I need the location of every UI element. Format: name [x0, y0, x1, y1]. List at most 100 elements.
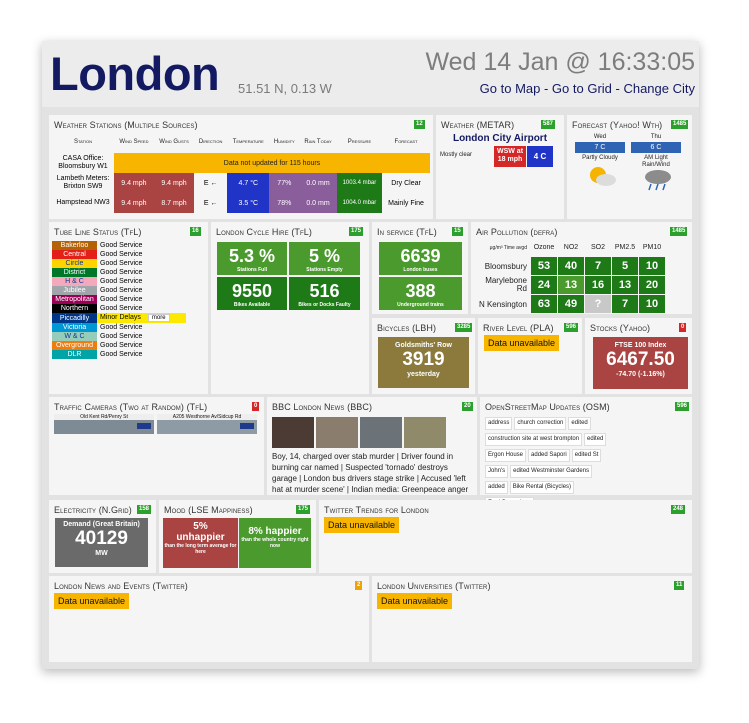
go-to-grid-link[interactable]: Go to Grid — [552, 81, 612, 96]
table-header-row: μg/m³ Time avgd Ozone NO2 SO2 PM2.5 PM10 — [474, 238, 666, 257]
news-headlines[interactable]: Boy, 14, charged over stab murder | Driv… — [272, 451, 472, 495]
update-badge: 596 — [564, 323, 579, 332]
more-button[interactable]: more — [147, 314, 170, 322]
unhappier-tile: 5% unhappier than the long term average … — [163, 518, 238, 568]
osm-update-tag[interactable]: church correction — [514, 417, 567, 430]
forecast-temp: 7 C — [575, 142, 625, 153]
tube-line-status: Good Service — [97, 304, 186, 313]
rain-today: 0.0 mm — [299, 173, 337, 193]
tube-line-status: Good Service — [97, 332, 186, 341]
forecast-text: Partly Cloudy — [582, 155, 618, 161]
tube-line-name: Circle — [52, 259, 97, 268]
temperature: 4.7 °C — [227, 173, 270, 193]
station-name: Lambeth Meters: Brixton SW9 — [56, 175, 110, 190]
wind-tile: WSW at 18 mph — [494, 146, 526, 167]
wind-speed: 9.4 mph — [114, 173, 154, 193]
tube-line-status: Good Service — [97, 286, 186, 295]
column-header: Wind Speed — [119, 139, 149, 145]
osm-tag-list: address church correction editedconstructi… — [484, 415, 614, 511]
tube-line-row: Bakerloo Good Service — [52, 241, 186, 250]
tube-line-row: DLR Good Service — [52, 350, 186, 359]
osm-update-tag[interactable]: Bike Rental (Bicycles) — [509, 481, 575, 494]
osm-update-tag[interactable]: address — [485, 417, 513, 430]
status-text: Good Service — [100, 305, 143, 312]
panel-title: Bicycles (LBH) — [377, 323, 437, 333]
column-header: Wind Gusts — [159, 139, 189, 145]
update-badge: 158 — [137, 505, 152, 514]
tube-line-name: District — [52, 268, 97, 277]
go-to-map-link[interactable]: Go to Map — [480, 81, 541, 96]
data-unavailable-label: Data unavailable — [324, 517, 400, 533]
forecast-text: Dry Clear — [391, 179, 421, 187]
tube-line-row: Victoria Good Service — [52, 323, 186, 332]
column-header: NO2 — [557, 238, 585, 257]
table-row: Bloomsbury 53 40 7 5 10 — [474, 256, 666, 276]
status-text: Good Service — [100, 324, 143, 331]
forecast-panel: Forecast (Yahoo! Wth) 1485 Wed 7 C Partl… — [567, 115, 692, 219]
tile-label: Underground trains — [397, 302, 444, 308]
station-name: Hampstead NW3 — [56, 199, 110, 206]
news-thumbnail[interactable] — [360, 417, 402, 448]
osm-update-tag[interactable]: Ergon House — [485, 449, 527, 462]
wind-gusts: 9.4 mph — [153, 173, 195, 193]
electricity-panel: Electricity (N.Grid) 158 Demand (Great B… — [49, 500, 156, 573]
pollutant-value: 53 — [530, 256, 558, 276]
city-title: London — [50, 47, 220, 100]
status-text: Good Service — [100, 242, 143, 249]
header: London 51.51 N, 0.13 W Wed 14 Jan @ 16:3… — [42, 41, 699, 107]
bicycle-count-tile: Goldsmiths' Row 3919 yesterday — [378, 337, 469, 388]
osm-update-tag[interactable]: edited Westminster Gardens — [510, 465, 593, 478]
tube-line-name: H & C — [52, 277, 97, 286]
news-thumbnail[interactable] — [404, 417, 446, 448]
status-text: Good Service — [100, 269, 143, 276]
pollutant-value: 13 — [611, 275, 639, 295]
tube-line-name: Victoria — [52, 323, 97, 332]
data-unavailable-label: Data unavailable — [377, 593, 453, 609]
trains-tile: 388 Underground trains — [379, 277, 462, 310]
dashboard-frame: London 51.51 N, 0.13 W Wed 14 Jan @ 16:3… — [42, 41, 699, 669]
panel-title: Electricity (N.Grid) — [54, 505, 132, 515]
traffic-camera-image[interactable]: A205 Westhorne Av/Sidcup Rd — [157, 414, 257, 434]
universities-panel: London Universities (Twitter) 11 Data un… — [372, 576, 692, 662]
news-thumbnail[interactable] — [316, 417, 358, 448]
tile-label: than the long term average for here — [164, 543, 237, 555]
update-badge: 0 — [679, 323, 687, 332]
osm-updates-panel: OpenStreetMap Updates (OSM) 596 address c… — [480, 397, 692, 510]
status-text: Good Service — [100, 342, 143, 349]
bicycles-panel: Bicycles (LBH) 3285 Goldsmiths' Row 3919… — [372, 318, 475, 394]
osm-update-tag[interactable]: edited — [584, 433, 607, 446]
mood-panel: Mood (LSE Mappiness) 175 5% unhappier th… — [159, 500, 316, 573]
panel-title: River Level (PLA) — [483, 323, 554, 333]
tile-value: 6639 — [400, 246, 441, 266]
tile-label: London buses — [403, 267, 438, 273]
stations-full-tile: 5.3 % Stations Full — [217, 242, 287, 275]
traffic-camera-image[interactable]: Old Kent Rd/Penry St — [54, 414, 154, 434]
update-badge: 596 — [675, 402, 690, 411]
tube-status-panel: Tube Line Status (TfL) 16 Bakerloo Good S… — [49, 222, 208, 394]
tile-label: than the whole country right now — [241, 537, 309, 549]
demand-tile: Demand (Great Britain) 40129 MW — [55, 518, 148, 567]
pressure: 1004.0 mbar — [336, 193, 383, 213]
update-badge: 16 — [190, 227, 201, 236]
update-badge: 1485 — [670, 227, 688, 236]
stations-empty-tile: 5 % Stations Empty — [289, 242, 360, 275]
news-thumbnail[interactable] — [272, 417, 314, 448]
data-unavailable-label: Data unavailable — [54, 593, 130, 609]
condition-text: Mostly clear — [440, 152, 473, 158]
tile-value: 9550 — [231, 281, 273, 301]
rain-today: 0.0 mm — [299, 193, 337, 213]
osm-update-tag[interactable]: edited St — [571, 449, 602, 462]
osm-update-tag[interactable]: edited — [568, 417, 591, 430]
osm-update-tag[interactable]: construction site at west brompton — [485, 433, 583, 446]
osm-update-tag[interactable]: added Sapori — [528, 449, 570, 462]
tube-line-row: Jubilee Good Service — [52, 286, 186, 295]
bbc-news-panel: BBC London News (BBC) 20 Boy, 14, charge… — [267, 397, 477, 495]
pollutant-value: 7 — [584, 256, 612, 276]
tube-line-name: Metropolitan — [52, 295, 97, 304]
tube-line-row: Central Good Service — [52, 250, 186, 259]
osm-update-tag[interactable]: added — [485, 481, 508, 494]
change-city-link[interactable]: Change City — [623, 81, 695, 96]
wind-gusts: 8.7 mph — [153, 193, 195, 213]
pollutant-value: 49 — [557, 294, 585, 314]
osm-update-tag[interactable]: John's — [485, 465, 509, 478]
